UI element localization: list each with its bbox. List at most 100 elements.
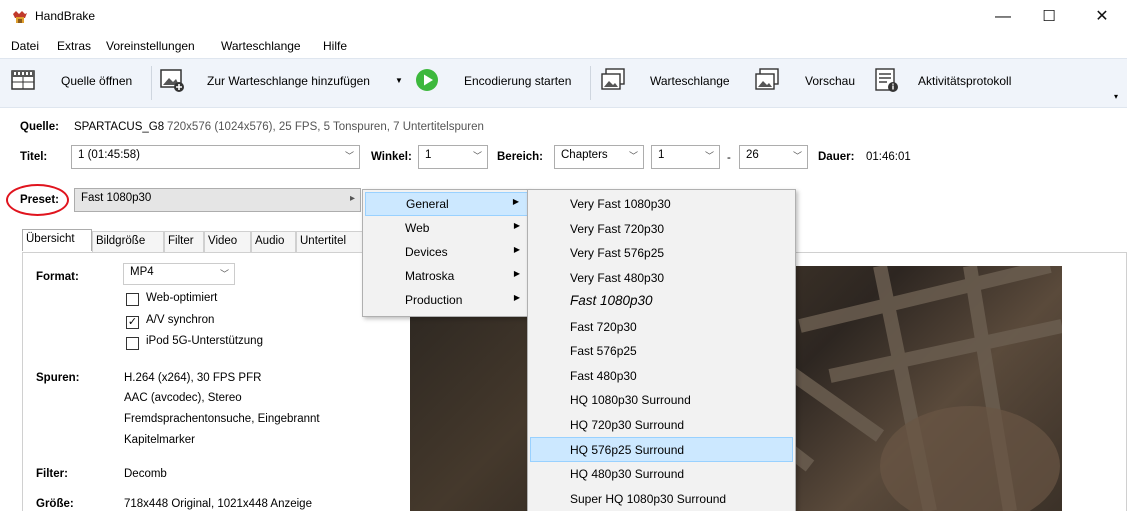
preset-item[interactable]: Very Fast 1080p30	[528, 192, 795, 217]
format-label: Format:	[36, 271, 79, 283]
tracks-label: Spuren:	[36, 372, 80, 384]
minimize-button[interactable]: —	[983, 4, 1023, 30]
queue-button[interactable]: Warteschlange	[650, 74, 730, 88]
tab-overview[interactable]: Übersicht	[22, 229, 92, 251]
title-select-value: 1 (01:45:58)	[78, 149, 141, 161]
chevron-down-icon: ﹀	[628, 151, 638, 161]
start-encode-button[interactable]: Encodierung starten	[464, 74, 571, 88]
av-sync-label: A/V synchron	[146, 314, 215, 326]
range-end-select[interactable]: 26 ﹀	[739, 145, 808, 169]
menu-item-web[interactable]: Web ▶	[363, 217, 528, 241]
angle-label: Winkel:	[371, 151, 412, 163]
title-select[interactable]: 1 (01:45:58) ﹀	[71, 145, 360, 169]
preset-category-menu: General ▶ Web ▶ Devices ▶ Matroska ▶ Pro…	[362, 189, 529, 317]
preset-item[interactable]: Very Fast 720p30	[528, 217, 795, 242]
chevron-right-icon: ▶	[513, 293, 520, 302]
preset-item-highlighted[interactable]: HQ 576p25 Surround	[530, 437, 793, 462]
menu-item-matroska[interactable]: Matroska ▶	[363, 265, 528, 289]
tab-filter[interactable]: Filter	[164, 231, 204, 252]
title-label: Titel:	[20, 151, 48, 163]
menu-warteschlange[interactable]: Warteschlange	[221, 39, 301, 53]
duration-value: 01:46:01	[866, 151, 911, 163]
activity-log-button[interactable]: Aktivitätsprotokoll	[918, 74, 1011, 88]
size-value: 718x448 Original, 1021x448 Anzeige	[124, 498, 312, 510]
menu-voreinstellungen[interactable]: Voreinstellungen	[106, 39, 195, 53]
handbrake-logo-icon	[13, 11, 27, 23]
toolbar-separator	[590, 66, 591, 100]
preset-item[interactable]: Fast 720p30	[528, 315, 795, 340]
close-button[interactable]: ✕	[1082, 4, 1122, 30]
range-dash: -	[727, 152, 731, 164]
menu-item-production[interactable]: Production ▶	[363, 289, 528, 313]
chevron-down-icon: ﹀	[344, 151, 354, 161]
preview-icon[interactable]	[754, 67, 780, 93]
tab-audio[interactable]: Audio	[251, 231, 296, 252]
format-select[interactable]: MP4 ﹀	[123, 263, 235, 285]
menu-item-general[interactable]: General ▶	[365, 192, 528, 216]
maximize-button[interactable]: ☐	[1029, 4, 1069, 30]
menu-item-label: Production	[405, 293, 463, 307]
play-icon[interactable]	[415, 68, 439, 92]
source-name: SPARTACUS_G8	[74, 121, 165, 133]
preset-item[interactable]: Very Fast 576p25	[528, 241, 795, 266]
queue-icon[interactable]	[600, 67, 626, 93]
tab-dimensions[interactable]: Bildgröße	[92, 231, 164, 252]
highlight-ellipse	[6, 184, 69, 216]
web-optimized-checkbox[interactable]	[126, 293, 139, 306]
preset-item[interactable]: Fast 480p30	[528, 364, 795, 389]
source-label: Quelle:	[20, 121, 59, 133]
film-reel-icon[interactable]	[10, 67, 36, 93]
open-source-button[interactable]: Quelle öffnen	[61, 74, 132, 88]
activity-log-icon[interactable]	[873, 67, 899, 93]
preset-item[interactable]: HQ 480p30 Surround	[528, 462, 795, 487]
angle-select[interactable]: 1 ﹀	[418, 145, 488, 169]
range-label: Bereich:	[497, 151, 544, 163]
menu-item-label: Matroska	[405, 269, 455, 283]
preset-item[interactable]: Very Fast 480p30	[528, 266, 795, 291]
chevron-down-icon: ﹀	[704, 151, 714, 161]
range-end-value: 26	[746, 149, 759, 161]
general-presets-submenu: Very Fast 1080p30 Very Fast 720p30 Very …	[527, 189, 796, 511]
chevron-down-icon: ﹀	[219, 269, 229, 279]
preset-item[interactable]: Fast 576p25	[528, 339, 795, 364]
chevron-right-icon: ▶	[512, 197, 519, 206]
angle-select-value: 1	[425, 149, 432, 161]
chevron-down-icon: ﹀	[472, 151, 482, 161]
tab-video[interactable]: Video	[204, 231, 251, 252]
chevron-down-icon: ﹀	[792, 151, 802, 161]
chevron-right-icon: ▸	[349, 193, 355, 204]
preset-item[interactable]: Super HQ 1080p30 Surround	[528, 487, 795, 511]
menu-extras[interactable]: Extras	[57, 39, 91, 53]
menu-item-devices[interactable]: Devices ▶	[363, 241, 528, 265]
range-start-select[interactable]: 1 ﹀	[651, 145, 720, 169]
toolbar-overflow-icon[interactable]: ▾	[1114, 92, 1118, 101]
window-title: HandBrake	[35, 9, 96, 23]
preset-item[interactable]: HQ 1080p30 Surround	[528, 388, 795, 413]
tab-subtitles[interactable]: Untertitel	[296, 231, 364, 252]
preset-select-value: Fast 1080p30	[81, 192, 152, 204]
track-line: Fremdsprachentonsuche, Eingebrannt	[124, 413, 320, 425]
format-select-value: MP4	[130, 266, 154, 278]
preset-item[interactable]: HQ 720p30 Surround	[528, 413, 795, 438]
preset-select[interactable]: Fast 1080p30 ▸	[74, 188, 361, 212]
range-start-value: 1	[658, 149, 665, 161]
add-to-queue-button[interactable]: Zur Warteschlange hinzufügen	[207, 74, 370, 88]
web-optimized-label: Web-optimiert	[146, 292, 218, 304]
menu-hilfe[interactable]: Hilfe	[323, 39, 347, 53]
ipod-label: iPod 5G-Unterstützung	[146, 335, 263, 347]
ipod-checkbox[interactable]	[126, 337, 139, 350]
av-sync-checkbox[interactable]: ✓	[126, 316, 139, 329]
preview-button[interactable]: Vorschau	[805, 74, 855, 88]
track-line: Kapitelmarker	[124, 434, 195, 446]
chevron-down-icon[interactable]: ▼	[395, 76, 403, 85]
size-label: Größe:	[36, 498, 74, 510]
menu-item-label: Devices	[405, 245, 448, 259]
chevron-right-icon: ▶	[513, 245, 520, 254]
track-line: AAC (avcodec), Stereo	[124, 392, 242, 404]
preset-item-current[interactable]: Fast 1080p30	[528, 290, 795, 315]
menu-item-label: Web	[405, 221, 430, 235]
track-line: H.264 (x264), 30 FPS PFR	[124, 372, 262, 384]
range-type-select[interactable]: Chapters ﹀	[554, 145, 644, 169]
add-to-queue-icon[interactable]	[159, 67, 185, 93]
menu-datei[interactable]: Datei	[11, 39, 39, 53]
